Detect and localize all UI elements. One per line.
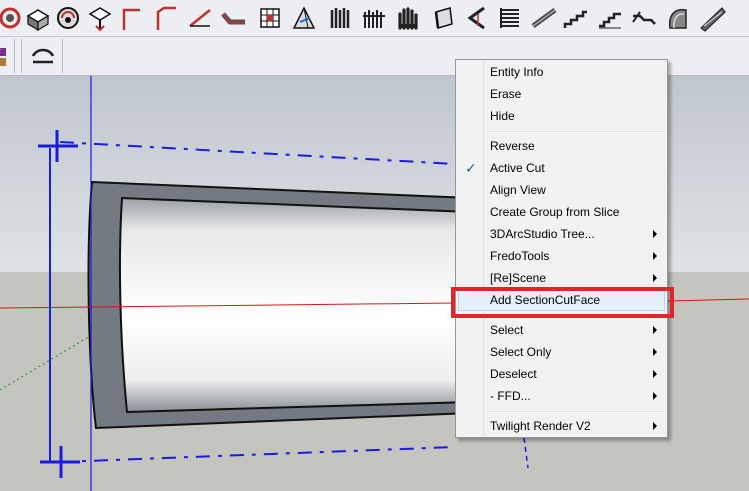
stair-icon[interactable] — [530, 4, 558, 32]
menu-item-align-view[interactable]: Align View — [458, 179, 665, 201]
ramp-icon[interactable] — [698, 4, 726, 32]
arch-icon[interactable] — [29, 42, 57, 70]
submenu-arrow-icon — [653, 274, 657, 282]
menu-item-select-only[interactable]: Select Only — [458, 341, 665, 363]
menu-separator — [486, 131, 666, 133]
menu-item-reverse[interactable]: Reverse — [458, 135, 665, 157]
menu-separator — [486, 315, 666, 317]
corner-line-icon[interactable] — [152, 4, 180, 32]
menu-item-label: Erase — [490, 87, 522, 101]
paint-icon[interactable]: F — [0, 42, 10, 70]
menu-item-label: Active Cut — [490, 161, 545, 175]
rotate-icon[interactable] — [0, 4, 24, 32]
svg-text:F: F — [0, 48, 1, 57]
menu-item-label: [Re]Scene — [490, 271, 547, 285]
menu-item-select[interactable]: Select — [458, 319, 665, 341]
menu-item-label: Add SectionCutFace — [490, 293, 601, 307]
shell-icon[interactable] — [664, 4, 692, 32]
menu-item-add-sectioncutface[interactable]: Add SectionCutFace — [458, 289, 665, 311]
submenu-arrow-icon — [653, 326, 657, 334]
rail-icon[interactable] — [360, 4, 388, 32]
menu-item-entity-info[interactable]: Entity Info — [458, 61, 665, 83]
menu-item-deselect[interactable]: Deselect — [458, 363, 665, 385]
menu-item-label: Entity Info — [490, 65, 544, 79]
menu-item-label: Create Group from Slice — [490, 205, 620, 219]
glove-icon[interactable] — [394, 4, 422, 32]
menu-item-create-group-from-slice[interactable]: Create Group from Slice — [458, 201, 665, 223]
menu-item-twilight-render-v2[interactable]: Twilight Render V2 — [458, 415, 665, 437]
line-icon[interactable] — [118, 4, 146, 32]
toolbar-separator — [21, 39, 22, 73]
submenu-arrow-icon — [653, 252, 657, 260]
column-icon[interactable] — [326, 4, 354, 32]
submenu-arrow-icon — [653, 392, 657, 400]
menu-item-label: FredoTools — [490, 249, 550, 263]
menu-item-active-cut[interactable]: ✓ Active Cut — [458, 157, 665, 179]
menu-item-label: - FFD... — [490, 389, 531, 403]
menu-item-label: Deselect — [490, 367, 537, 381]
menu-item-label: Reverse — [490, 139, 535, 153]
main-toolbar — [0, 0, 749, 37]
menu-item-label: Select Only — [490, 345, 552, 359]
table-icon[interactable] — [256, 4, 284, 32]
checkmark-icon: ✓ — [465, 160, 477, 176]
menu-item-label: Align View — [490, 183, 546, 197]
submenu-arrow-icon — [653, 348, 657, 356]
submenu-arrow-icon — [653, 370, 657, 378]
angle-line-icon[interactable] — [186, 4, 214, 32]
menu-item-erase[interactable]: Erase — [458, 83, 665, 105]
stack-icon[interactable] — [496, 4, 524, 32]
toolbar-separator — [62, 39, 63, 73]
submenu-arrow-icon — [653, 422, 657, 430]
context-menu: Entity Info Erase Hide Reverse ✓ Active … — [455, 59, 668, 438]
toolbar-separator — [14, 39, 15, 73]
menu-item-label: Select — [490, 323, 524, 337]
stair-4-icon[interactable] — [630, 4, 658, 32]
menu-item-label: 3DArcStudio Tree... — [490, 227, 595, 241]
panel-icon[interactable] — [430, 4, 458, 32]
stair-2-icon[interactable] — [562, 4, 590, 32]
chevron-tool-icon[interactable] — [462, 4, 490, 32]
submenu-arrow-icon — [653, 230, 657, 238]
menu-item-rescene[interactable]: [Re]Scene — [458, 267, 665, 289]
menu-separator — [486, 411, 666, 413]
menu-item-hide[interactable]: Hide — [458, 105, 665, 127]
pyramid-icon[interactable] — [290, 4, 318, 32]
push-pull-icon[interactable] — [86, 4, 114, 32]
menu-item-label: Hide — [490, 109, 515, 123]
stair-3-icon[interactable] — [596, 4, 624, 32]
orbit-icon[interactable] — [54, 4, 82, 32]
menu-item-label: Twilight Render V2 — [490, 419, 591, 433]
bend-icon[interactable] — [220, 4, 248, 32]
menu-item-ffd[interactable]: - FFD... — [458, 385, 665, 407]
menu-item-3darcstudio-tree[interactable]: 3DArcStudio Tree... — [458, 223, 665, 245]
box-icon[interactable] — [24, 4, 52, 32]
menu-item-fredotools[interactable]: FredoTools — [458, 245, 665, 267]
